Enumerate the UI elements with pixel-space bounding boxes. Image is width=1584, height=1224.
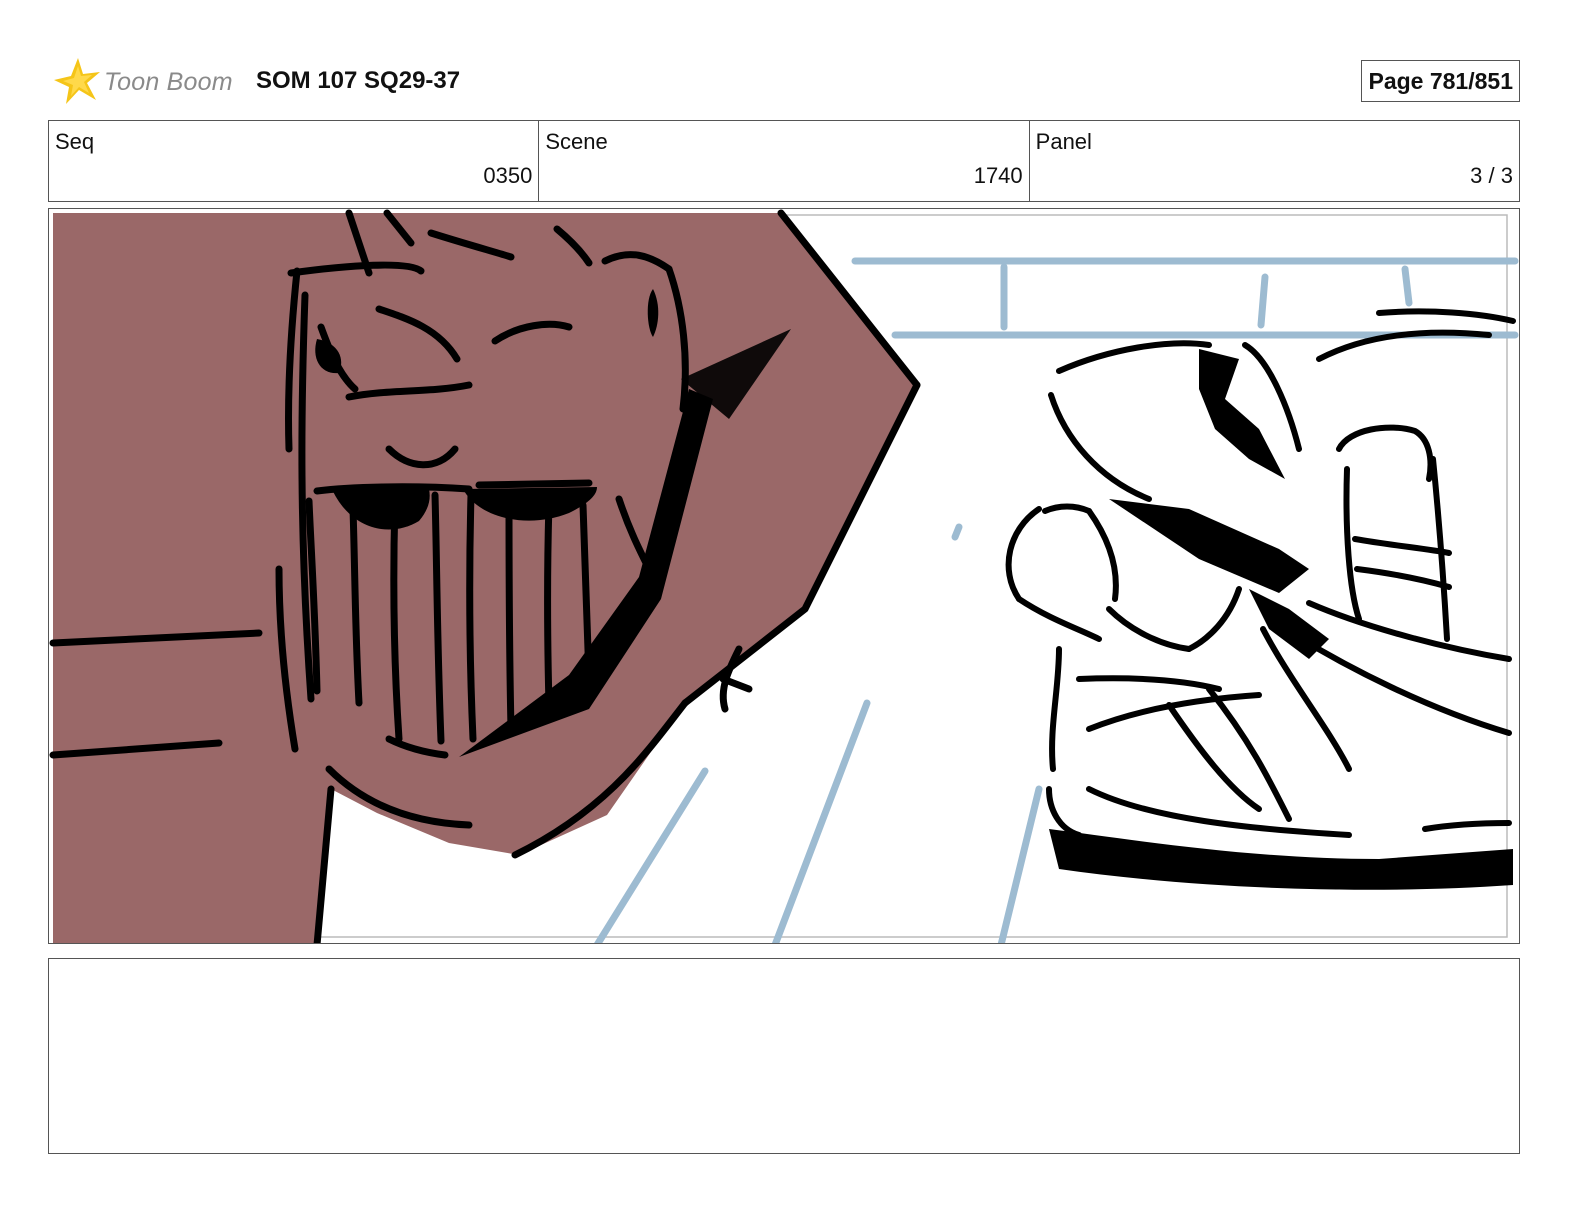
panel-label: Panel [1035,129,1092,154]
seq-label: Seq [55,129,95,154]
panel-notes-box [48,958,1520,1154]
project-title: SOM 107 SQ29-37 [256,67,461,94]
storyboard-sketch [49,209,1519,943]
storyboard-panel-image [48,208,1520,944]
panel-cell: Panel 3 / 3 [1030,121,1519,201]
panel-info-table: Seq 0350 Scene 1740 Panel 3 / 3 [48,120,1520,202]
star-burst-icon [54,58,100,104]
page-number: Page 781/851 [1361,60,1520,102]
scene-value: 1740 [973,163,1023,188]
seq-cell: Seq 0350 [49,121,540,201]
logo-text: Toon Boom [104,68,233,96]
toon-boom-logo: Toon Boom [52,56,242,106]
scene-label: Scene [545,129,608,154]
scene-cell: Scene 1740 [539,121,1030,201]
storyboard-header: Toon Boom SOM 107 SQ29-37 Page 781/851 [52,52,1536,106]
seq-value: 0350 [483,163,533,188]
panel-value: 3 / 3 [1470,163,1513,188]
